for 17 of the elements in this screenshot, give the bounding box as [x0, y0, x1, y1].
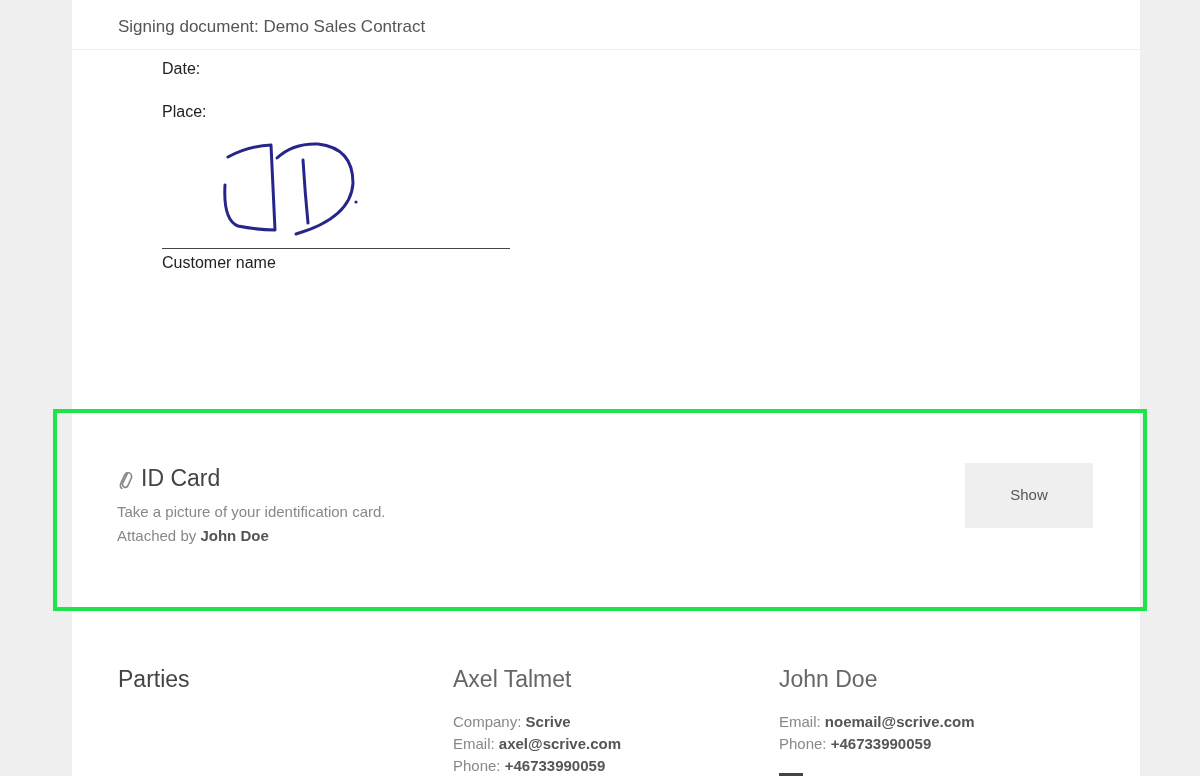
cut-off-bar-icon [779, 773, 803, 776]
party-name: Axel Talmet [453, 665, 572, 694]
party-name: John Doe [779, 665, 878, 694]
document-title: Signing document: Demo Sales Contract [118, 16, 426, 39]
party-detail: Phone: +46733990059 [779, 734, 932, 754]
field-label: Place: [162, 102, 207, 122]
party-detail: Phone: +46733990059 [453, 756, 606, 776]
party-detail: Email: axel@scrive.com [453, 734, 622, 754]
signature-caption: Customer name [162, 253, 276, 273]
section-heading: Parties [118, 665, 190, 694]
show-button[interactable]: Show [965, 463, 1093, 528]
attached-by-text: Attached by John Doe [117, 526, 269, 546]
field-label: Date: [162, 59, 201, 79]
party-detail: Email: noemail@scrive.com [779, 712, 975, 732]
attachment-title: ID Card [141, 464, 221, 493]
party-detail: Company: Scrive [453, 712, 571, 732]
attachment-description: Take a picture of your identification card. [117, 502, 386, 522]
